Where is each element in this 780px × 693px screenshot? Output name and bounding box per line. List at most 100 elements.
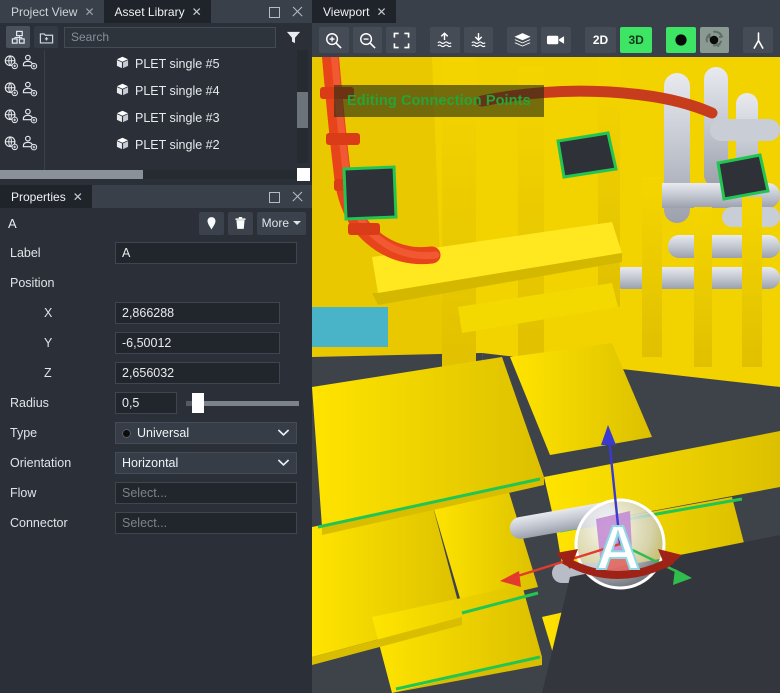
orientation-dropdown[interactable]: Horizontal [115, 452, 297, 474]
properties-panel: Properties ✕ A More Label A Position X 2… [0, 185, 312, 693]
sphere-icon[interactable] [665, 27, 696, 53]
add-globe-icon[interactable] [3, 54, 19, 73]
y-input-value: -6,50012 [122, 336, 172, 350]
view-2d-button[interactable]: 2D [584, 27, 617, 53]
type-label: Type [10, 426, 38, 440]
fit-to-screen-icon[interactable] [386, 27, 417, 53]
zoom-out-icon[interactable] [352, 27, 383, 53]
camera-icon[interactable] [541, 27, 571, 53]
sea-surface-icon[interactable] [430, 27, 460, 53]
radius-input[interactable]: 0,5 [115, 392, 177, 414]
viewport-tabbar: Viewport ✕ [312, 0, 780, 23]
float-window-icon[interactable] [268, 190, 281, 203]
close-icon[interactable]: ✕ [192, 6, 202, 18]
orientation-dropdown-value: Horizontal [122, 456, 179, 470]
tab-asset-library[interactable]: Asset Library ✕ [103, 0, 211, 23]
add-person-icon[interactable] [22, 81, 38, 100]
mode-banner: Editing Connection Points [334, 85, 544, 117]
tree-row[interactable]: PLET single #4 [0, 77, 312, 104]
radius-slider[interactable] [186, 393, 299, 413]
tree-vertical-scrollbar[interactable] [297, 50, 308, 163]
radius-label: Radius [10, 396, 49, 410]
field-type: Type Universal [0, 418, 312, 448]
more-button[interactable]: More [256, 211, 306, 235]
tree-row[interactable]: PLET single #3 [0, 104, 312, 131]
radius-slider-track[interactable] [186, 393, 299, 413]
tree-horizontal-scrollbar[interactable] [0, 170, 300, 179]
flow-placeholder: Select... [122, 486, 168, 500]
tab-asset-library-label: Asset Library [114, 4, 185, 19]
flow-select[interactable]: Select... [115, 482, 297, 504]
float-window-icon[interactable] [268, 5, 281, 18]
tree-row-label: PLET single #4 [135, 83, 220, 98]
asset-tree-list[interactable]: PLET single #5 PLET single #4 PLET single … [0, 50, 312, 171]
close-icon[interactable]: ✕ [376, 6, 386, 18]
tab-viewport[interactable]: Viewport ✕ [312, 0, 396, 23]
add-globe-icon[interactable] [3, 108, 19, 127]
chevron-down-icon [277, 426, 290, 440]
z-input[interactable]: 2,656032 [115, 362, 280, 384]
field-connector: Connector Select... [0, 508, 312, 538]
connector-select[interactable]: Select... [115, 512, 297, 534]
measure-icon[interactable] [743, 27, 773, 53]
more-button-label: More [261, 216, 289, 230]
add-globe-icon[interactable] [3, 81, 19, 100]
box-icon [116, 137, 129, 153]
sea-bottom-icon[interactable] [463, 27, 494, 53]
add-person-icon[interactable] [22, 108, 38, 127]
tree-view-icon[interactable] [6, 26, 30, 48]
type-color-dot-icon [122, 428, 131, 438]
add-person-icon[interactable] [22, 135, 38, 154]
tree-row-content[interactable]: PLET single #4 [116, 83, 220, 99]
add-globe-icon[interactable] [3, 135, 19, 154]
orbit-sphere-icon[interactable] [699, 27, 730, 53]
tree-row-gutter [0, 77, 44, 104]
tree-row-gutter [0, 50, 44, 77]
y-input[interactable]: -6,50012 [115, 332, 280, 354]
connector-placeholder: Select... [122, 516, 168, 530]
tree-horizontal-scroll-thumb[interactable] [0, 170, 143, 179]
gizmo-label: A [596, 514, 641, 583]
tree-vertical-scroll-thumb[interactable] [297, 92, 308, 128]
layers-icon[interactable] [507, 27, 538, 53]
radius-slider-handle[interactable] [192, 393, 205, 413]
tree-row-label: PLET single #2 [135, 137, 220, 152]
viewport-3d-canvas[interactable]: A Editing Connection Points [312, 57, 780, 693]
trash-icon[interactable] [227, 211, 253, 235]
asset-panel-window-controls [268, 0, 312, 23]
zoom-in-icon[interactable] [319, 27, 349, 53]
filter-icon[interactable] [280, 26, 306, 48]
asset-search-toolbar: Search [0, 23, 312, 51]
radius-input-value: 0,5 [122, 396, 140, 410]
box-icon [116, 56, 129, 72]
close-icon[interactable]: ✕ [73, 191, 83, 203]
map-pin-icon[interactable] [198, 211, 224, 235]
scrollbar-corner [297, 168, 310, 181]
type-dropdown[interactable]: Universal [115, 422, 297, 444]
properties-tabbar: Properties ✕ [0, 185, 312, 208]
label-input[interactable]: A [115, 242, 297, 264]
tab-project-view[interactable]: Project View ✕ [0, 0, 104, 23]
asset-library-panel: Project View ✕ Asset Library ✕ Search PL… [0, 0, 312, 185]
tree-row[interactable]: PLET single #5 [0, 50, 312, 77]
tab-properties[interactable]: Properties ✕ [0, 185, 92, 208]
field-position-group: Position [0, 268, 312, 298]
tree-row-content[interactable]: PLET single #2 [116, 137, 220, 153]
field-position-x: X 2,866288 [0, 298, 312, 328]
new-folder-icon[interactable] [34, 26, 58, 48]
search-placeholder: Search [71, 30, 110, 44]
tab-viewport-label: Viewport [323, 4, 370, 19]
close-icon[interactable] [291, 5, 304, 18]
view-3d-button[interactable]: 3D [620, 27, 652, 53]
tab-project-view-label: Project View [11, 4, 78, 19]
tree-row[interactable]: PLET single #2 [0, 131, 312, 158]
label-input-value: A [122, 246, 131, 260]
tree-row-content[interactable]: PLET single #3 [116, 110, 220, 126]
tree-row-content[interactable]: PLET single #5 [116, 56, 220, 72]
mode-banner-text: Editing Connection Points [347, 93, 531, 109]
add-person-icon[interactable] [22, 54, 38, 73]
search-input[interactable]: Search [64, 26, 276, 48]
close-icon[interactable]: ✕ [84, 6, 94, 18]
close-icon[interactable] [291, 190, 304, 203]
x-input[interactable]: 2,866288 [115, 302, 280, 324]
